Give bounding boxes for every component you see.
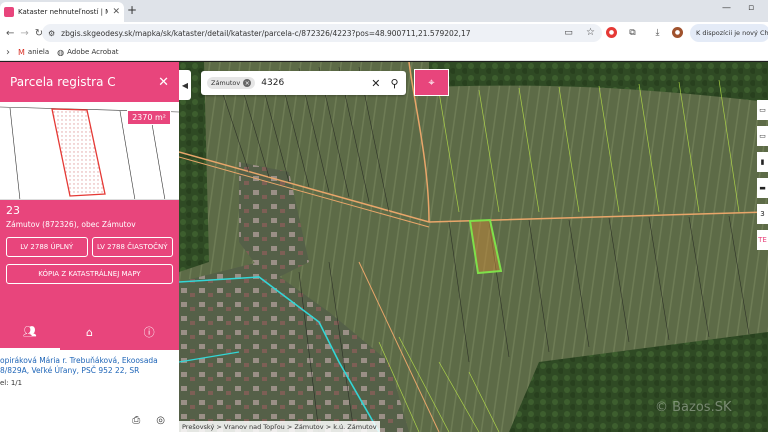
cast-icon[interactable]: ▭ <box>563 27 574 38</box>
globe-icon: ◍ <box>57 47 65 57</box>
owner-info: opiráková Mária r. Trebuňáková, Ekoosada… <box>0 350 179 388</box>
area-badge: 2370 m² <box>127 110 171 125</box>
map-breadcrumb: Prešovský > Vranov nad Topľou > Zámutov … <box>179 421 380 432</box>
print-tool-icon[interactable]: ▬ <box>757 178 768 198</box>
tab-title: Kataster nehnuteľností | MAPK/ <box>18 8 109 16</box>
chip-label: Zámutov <box>211 79 241 87</box>
map-canvas[interactable] <box>179 62 768 432</box>
bookmark-label: Adobe Acrobat <box>67 48 119 56</box>
forward-icon[interactable]: → <box>20 28 28 39</box>
measure-tool-icon[interactable]: ▭ <box>757 126 768 146</box>
profile-icon[interactable]: ● <box>672 27 683 38</box>
address-bar[interactable]: ⚙ zbgis.skgeodesy.sk/mapka/sk/kataster/d… <box>42 24 602 42</box>
watermark: © Bazos.SK <box>655 400 732 415</box>
tool-3[interactable]: 3 <box>757 204 768 224</box>
tab-info[interactable]: ⓘ <box>119 314 179 350</box>
parcel-info-card: 23 Zámutov (872326), obec Zámutov LV 278… <box>0 200 179 350</box>
map-location-logo-icon[interactable]: ⌖ <box>414 69 449 96</box>
draw-tool-icon[interactable]: ▮ <box>757 152 768 172</box>
panel-tabs: 👥︎ ⌂ ⓘ <box>0 314 179 350</box>
back-icon[interactable]: ← <box>6 28 14 39</box>
tab-building[interactable]: ⌂ <box>60 314 120 350</box>
favicon-icon <box>4 7 14 17</box>
bookmark-arrow-icon[interactable]: › <box>6 47 10 58</box>
tool-te[interactable]: TE <box>757 230 768 250</box>
map-search-bar[interactable]: Zámutov × 4326 ✕ ⚲ <box>201 71 406 95</box>
bookmark-gmail[interactable]: M aniela <box>18 48 49 57</box>
tune-icon[interactable]: ⚙ <box>48 29 55 38</box>
copy-map-button[interactable]: KÓPIA Z KATASTRÁLNEJ MAPY <box>6 264 173 284</box>
tab-owners[interactable]: 👥︎ <box>0 314 60 350</box>
extension-icon[interactable]: ⧉ <box>627 27 638 38</box>
panel-header: Parcela registra C ✕ <box>0 62 179 102</box>
locate-icon[interactable]: ◎ <box>156 415 165 426</box>
close-panel-icon[interactable]: ✕ <box>158 75 169 90</box>
minimize-icon[interactable]: — <box>722 3 731 13</box>
owners-icon: 👥︎ <box>22 324 37 338</box>
bookmarks-bar: › M aniela ◍ Adobe Acrobat <box>0 44 768 61</box>
clear-search-icon[interactable]: ✕ <box>371 77 380 90</box>
aerial-map[interactable] <box>179 62 768 432</box>
panel-title: Parcela registra C <box>10 75 116 89</box>
search-icon[interactable]: ⚲ <box>390 77 398 90</box>
layers-tool-icon[interactable]: ▭ <box>757 100 768 120</box>
close-tab-icon[interactable]: ✕ <box>112 7 120 17</box>
gmail-icon: M <box>18 47 25 57</box>
ownership-share: el: 1/1 <box>0 379 23 387</box>
owner-line-1[interactable]: opiráková Mária r. Trebuňáková, Ekoosada <box>0 356 175 366</box>
tab-bar: Kataster nehnuteľností | MAPK/ ✕ + — ▫ <box>0 0 768 22</box>
extension-abp-icon[interactable]: ● <box>606 27 617 38</box>
owner-line-2[interactable]: 8/829A, Veľké Úľany, PSČ 952 22, SR <box>0 366 175 376</box>
info-icon: ⓘ <box>143 326 155 339</box>
parcel-number: 23 <box>6 204 20 217</box>
print-icon[interactable]: ⎙ <box>132 415 140 426</box>
municipality-chip[interactable]: Zámutov × <box>207 77 256 89</box>
new-tab-button[interactable]: + <box>127 3 137 17</box>
search-input[interactable]: 4326 <box>261 78 361 88</box>
panel-footer: ⎙ ◎ <box>0 408 179 432</box>
parcel-location: Zámutov (872326), obec Zámutov <box>6 220 136 229</box>
chrome-update-promo[interactable]: K dispozícii je nový Chrom <box>690 24 768 42</box>
collapse-panel-button[interactable]: ◀ <box>179 70 191 100</box>
parcel-panel: Parcela registra C ✕ 2370 m² 23 Zámutov … <box>0 62 179 432</box>
bookmark-label: aniela <box>27 48 50 56</box>
url-text[interactable]: zbgis.skgeodesy.sk/mapka/sk/kataster/det… <box>61 29 561 38</box>
browser-tab[interactable]: Kataster nehnuteľností | MAPK/ ✕ <box>0 2 124 22</box>
chip-remove-icon[interactable]: × <box>243 79 252 87</box>
download-icon[interactable]: ⤓ <box>652 27 663 38</box>
bookmark-adobe[interactable]: ◍ Adobe Acrobat <box>57 48 118 57</box>
lv-full-button[interactable]: LV 2788 ÚPLNÝ <box>6 237 88 257</box>
map-toolbar: ▭ ▭ ▮ ▬ 3 TE <box>757 100 768 256</box>
lv-partial-button[interactable]: LV 2788 ČIASTOČNÝ <box>91 237 173 257</box>
building-icon: ⌂ <box>86 325 93 339</box>
parcel-preview: 2370 m² <box>0 102 179 200</box>
maximize-icon[interactable]: ▫ <box>748 3 754 13</box>
star-icon[interactable]: ☆ <box>585 27 596 38</box>
